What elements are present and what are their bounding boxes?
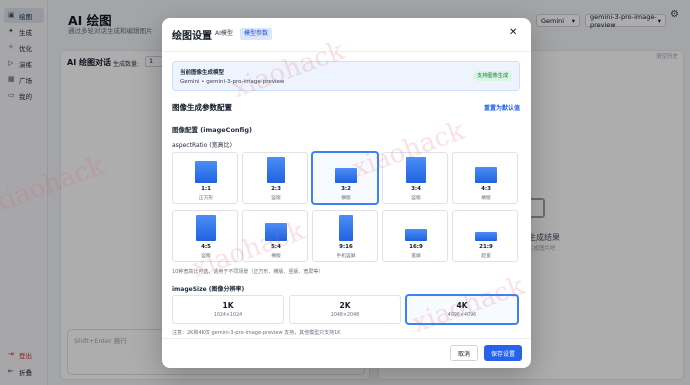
ratio-note: 10种宽高比可选，适用于不同场景（正方形、横版、竖版、宽屏等） [172,269,324,275]
ratio-preview-shape [335,168,357,183]
ratio-value: 1:1 [201,186,211,192]
aspect-ratio-option[interactable]: 9:16 手机竖屏 [312,210,378,262]
ratio-value: 5:4 [271,244,281,250]
ratio-value: 21:9 [479,244,493,250]
image-size-option[interactable]: 2K 2048×2048 [289,295,401,324]
aspect-ratio-option[interactable]: 4:3 横版 [452,152,518,204]
modal-title: 绘图设置 [172,31,212,42]
ratio-description: 横版 [341,196,351,201]
ratio-value: 4:3 [481,186,491,192]
ratio-value: 3:4 [411,186,421,192]
ratio-preview-shape [265,223,287,241]
modal-footer: 取消 保存设置 [162,338,531,368]
ratio-preview-shape [475,166,497,183]
ratio-value: 2:3 [271,186,281,192]
ratio-value: 9:16 [339,244,353,250]
ratio-value: 16:9 [409,244,423,250]
aspect-ratio-option[interactable]: 3:4 竖版 [382,152,448,204]
section-title: 图像生成参数配置 [172,103,232,112]
ratio-preview-shape [475,231,497,241]
ratio-preview-shape [406,157,426,183]
aspect-ratio-option[interactable]: 3:2 横版 [312,152,378,204]
ratio-description: 竖版 [201,254,211,259]
image-config-title: 图像配置 (imageConfig) [172,126,252,134]
size-note: 注意：2K和4K仅 gemini-3-pro-image-preview 支持，… [172,330,341,336]
aspect-ratio-option[interactable]: 1:1 正方形 [172,152,238,204]
ratio-description: 横版 [271,254,281,259]
ratio-preview-shape [195,215,217,241]
ratio-preview-shape [195,161,217,183]
image-size-option[interactable]: 4K 4096×4096 [406,295,518,324]
info-value: Gemini • gemini-3-pro-image-preview [180,79,285,85]
size-name: 1K [222,301,234,310]
aspect-ratio-option[interactable]: 21:9 超宽 [452,210,518,262]
size-dimensions: 4096×4096 [447,313,477,318]
cancel-button[interactable]: 取消 [450,345,478,361]
ratio-description: 竖版 [271,196,281,201]
aspect-ratio-option[interactable]: 5:4 横版 [242,210,308,262]
image-size-option[interactable]: 1K 1024×1024 [172,295,284,324]
current-model-info: 当前图像生成模型 Gemini • gemini-3-pro-image-pre… [172,61,520,91]
ratio-description: 正方形 [198,196,214,201]
image-size-label: imageSize (图像分辨率) [172,286,245,293]
ratio-value: 3:2 [341,186,351,192]
status-badge: 支持图像生成 [473,71,513,81]
tab-ai-model[interactable]: AI模型 [211,28,237,40]
ratio-preview-shape [338,215,354,241]
ratio-preview-shape [405,228,427,241]
ratio-value: 4:5 [201,244,211,250]
aspect-ratio-label: aspectRatio (宽高比) [172,142,232,149]
reset-defaults-button[interactable]: 重置为默认值 [484,103,520,112]
ratio-description: 超宽 [481,254,491,259]
aspect-ratio-option[interactable]: 16:9 宽屏 [382,210,448,262]
settings-modal: 绘图设置 AI模型 模型参数 ✕ 当前图像生成模型 Gemini • gemin… [162,18,531,368]
size-name: 4K [456,301,468,310]
aspect-ratio-option[interactable]: 2:3 竖版 [242,152,308,204]
tab-model-params[interactable]: 模型参数 [240,28,273,40]
ratio-description: 手机竖屏 [336,254,356,259]
ratio-description: 竖版 [411,196,421,201]
aspect-ratio-option[interactable]: 4:5 竖版 [172,210,238,262]
save-button[interactable]: 保存设置 [484,345,522,361]
ratio-description: 横版 [481,196,491,201]
info-label: 当前图像生成模型 [180,70,225,76]
ratio-description: 宽屏 [411,254,421,259]
size-name: 2K [339,301,351,310]
ratio-preview-shape [267,157,285,183]
size-dimensions: 1024×1024 [213,313,243,318]
close-icon[interactable]: ✕ [509,27,517,39]
modal-header: 绘图设置 AI模型 模型参数 ✕ [162,18,531,52]
size-dimensions: 2048×2048 [330,313,360,318]
